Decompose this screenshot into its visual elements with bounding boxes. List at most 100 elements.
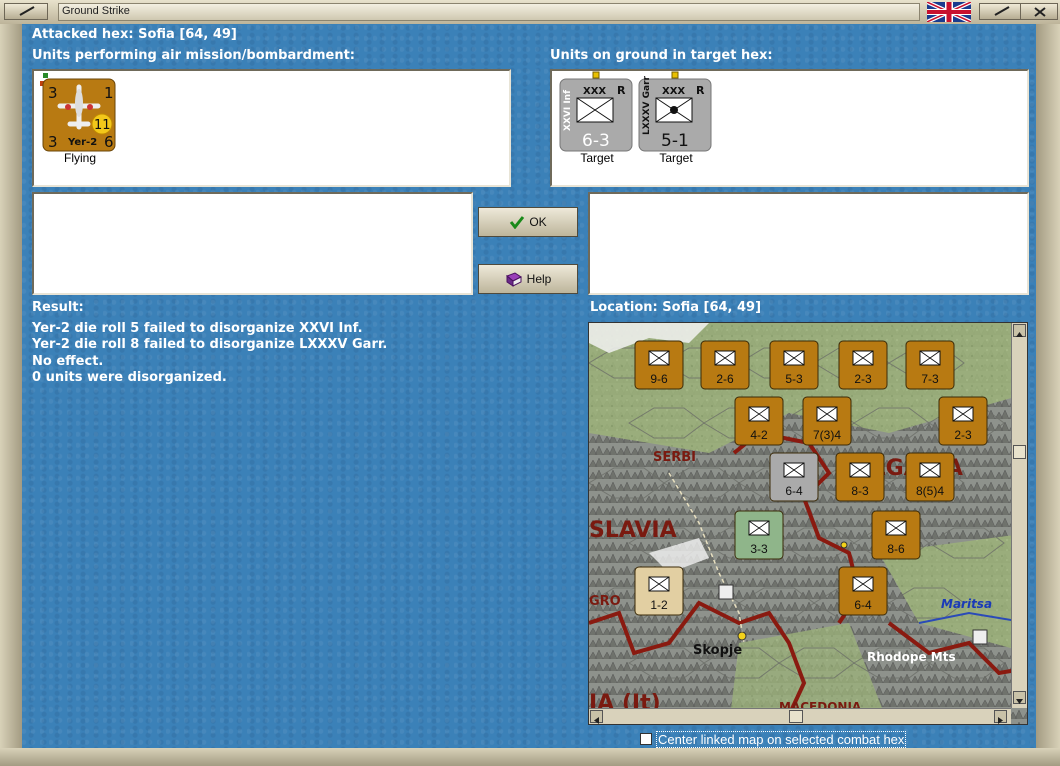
map-unit-counter[interactable]: 8-3 — [835, 452, 885, 502]
result-text: Yer-2 die roll 5 failed to disorganize X… — [32, 321, 387, 387]
air-units-box: 3 1 3 6 Yer-2 11 Flying — [32, 69, 511, 187]
ground-unit-reserve: R — [696, 84, 705, 97]
ground-unit-status: Target — [659, 151, 693, 165]
air-unit-bottom-left: 3 — [48, 133, 58, 151]
air-units-label: Units performing air mission/bombardment… — [32, 48, 356, 63]
bottom-border — [0, 748, 1060, 766]
scroll-down-arrow[interactable] — [1013, 691, 1026, 704]
vertical-scroll-thumb[interactable] — [1013, 445, 1026, 459]
ground-unit-slot-1[interactable]: XXX R XXVI Inf 6-3 Target — [557, 71, 637, 170]
close-button[interactable] — [1020, 3, 1058, 20]
map-unit-strength: 6-4 — [785, 484, 803, 498]
close-icon — [1034, 7, 1046, 17]
map-place-label: Rhodope Mts — [867, 650, 956, 664]
map-place-label: SERBI — [653, 450, 696, 465]
ground-units-label: Units on ground in target hex: — [550, 48, 773, 63]
map-vertical-scrollbar[interactable] — [1011, 323, 1027, 708]
map-unit-strength: 7(3)4 — [813, 428, 841, 442]
resize-icon — [994, 6, 1010, 16]
location-map[interactable]: SERBI SLAVIA Skopje Rhodope Mts Maritsa … — [588, 322, 1028, 725]
air-unit-badge: 11 — [94, 118, 111, 133]
city-marker — [737, 631, 747, 641]
location-label: Location: Sofia [64, 49] — [590, 300, 762, 315]
result-label: Result: — [32, 300, 84, 315]
map-unit-counter[interactable]: 8(5)4 — [905, 452, 955, 502]
defender-modifiers-box — [588, 192, 1029, 295]
map-unit-strength: 6-4 — [854, 598, 872, 612]
hex-map[interactable]: SERBI SLAVIA Skopje Rhodope Mts Maritsa … — [589, 323, 1028, 725]
map-place-label: SLAVIA — [589, 518, 677, 543]
air-unit-name: Yer-2 — [67, 137, 97, 148]
restore-icon — [19, 6, 35, 16]
airfield-icon — [718, 584, 734, 600]
title-field — [58, 3, 920, 21]
arrow-up-icon — [1016, 332, 1023, 337]
map-unit-counter[interactable]: 8-6 — [871, 510, 921, 560]
ground-unit-size: XXX — [583, 86, 606, 97]
window-title: Ground Strike — [62, 5, 130, 17]
ground-unit-name: LXXXV Garr — [642, 75, 652, 135]
map-unit-counter[interactable]: 6-4 — [769, 452, 819, 502]
center-map-checkbox[interactable] — [640, 733, 652, 745]
map-unit-strength: 8(5)4 — [916, 484, 944, 498]
title-bar[interactable]: Ground Strike — [0, 0, 1060, 25]
arrow-right-icon — [998, 717, 1003, 724]
ground-unit-strength: 5-1 — [661, 131, 689, 151]
ground-unit-status: Target — [580, 151, 614, 165]
air-unit-slot[interactable]: 3 1 3 6 Yer-2 11 Flying — [40, 71, 120, 170]
ok-button[interactable]: OK — [478, 207, 578, 237]
attacked-hex-label: Attacked hex: Sofia [64, 49] — [32, 27, 237, 42]
right-border — [1036, 24, 1060, 766]
map-unit-strength: 1-2 — [650, 598, 668, 612]
uk-flag-icon[interactable] — [927, 2, 971, 22]
air-unit-top-right: 1 — [104, 84, 114, 102]
result-line: Yer-2 die roll 5 failed to disorganize X… — [32, 321, 363, 336]
map-unit-strength: 5-3 — [785, 372, 803, 386]
scroll-left-arrow[interactable] — [590, 710, 603, 724]
map-unit-strength: 9-6 — [650, 372, 668, 386]
center-map-label[interactable]: Center linked map on selected combat hex — [656, 731, 907, 748]
left-border — [0, 24, 22, 766]
ground-unit-strength: 6-3 — [582, 131, 610, 151]
map-unit-counter[interactable]: 9-6 — [634, 340, 684, 390]
map-unit-strength: 2-6 — [716, 372, 734, 386]
map-unit-strength: 8-6 — [887, 542, 905, 556]
map-unit-counter[interactable]: 5-3 — [769, 340, 819, 390]
ground-unit-slot-2[interactable]: XXX R LXXXV Garr 5-1 Target — [636, 71, 716, 170]
ground-unit-size: XXX — [662, 86, 685, 97]
map-unit-counter[interactable]: 7-3 — [905, 340, 955, 390]
arrow-down-icon — [1016, 699, 1023, 704]
maximize-button[interactable] — [979, 3, 1023, 20]
scroll-right-arrow[interactable] — [994, 710, 1007, 724]
scroll-up-arrow[interactable] — [1013, 324, 1026, 337]
ok-button-label: OK — [529, 215, 547, 229]
map-unit-counter[interactable]: 7(3)4 — [802, 396, 852, 446]
map-unit-counter[interactable]: 2-3 — [838, 340, 888, 390]
map-unit-counter[interactable]: 6-4 — [838, 566, 888, 616]
minimize-button[interactable] — [4, 3, 48, 20]
map-unit-counter[interactable]: 3-3 — [734, 510, 784, 560]
map-place-label: Maritsa — [941, 597, 992, 611]
map-place-label: Skopje — [693, 643, 742, 658]
map-unit-counter[interactable]: 1-2 — [634, 566, 684, 616]
map-unit-counter[interactable]: 2-3 — [938, 396, 988, 446]
map-horizontal-scrollbar[interactable] — [589, 708, 1011, 724]
help-button[interactable]: Help — [478, 264, 578, 294]
result-line: No effect. — [32, 353, 104, 369]
map-unit-counter[interactable]: 2-6 — [700, 340, 750, 390]
book-icon — [505, 271, 522, 287]
ground-unit-name: XXVI Inf — [563, 90, 573, 131]
horizontal-scroll-thumb[interactable] — [789, 710, 803, 723]
result-line: 0 units were disorganized. — [32, 370, 227, 386]
city-marker — [840, 541, 848, 549]
ground-units-box: XXX R XXVI Inf 6-3 Target XXX R LXXXV Ga… — [550, 69, 1029, 187]
air-unit-bottom-right: 6 — [104, 133, 114, 151]
map-unit-strength: 2-3 — [954, 428, 972, 442]
result-line: Yer-2 die roll 8 failed to disorganize L… — [32, 337, 388, 353]
airfield-icon — [972, 629, 988, 645]
air-unit-top-left: 3 — [48, 84, 58, 102]
map-place-label: GRO — [589, 594, 621, 609]
map-unit-strength: 7-3 — [921, 372, 939, 386]
map-unit-counter[interactable]: 4-2 — [734, 396, 784, 446]
map-unit-strength: 2-3 — [854, 372, 872, 386]
